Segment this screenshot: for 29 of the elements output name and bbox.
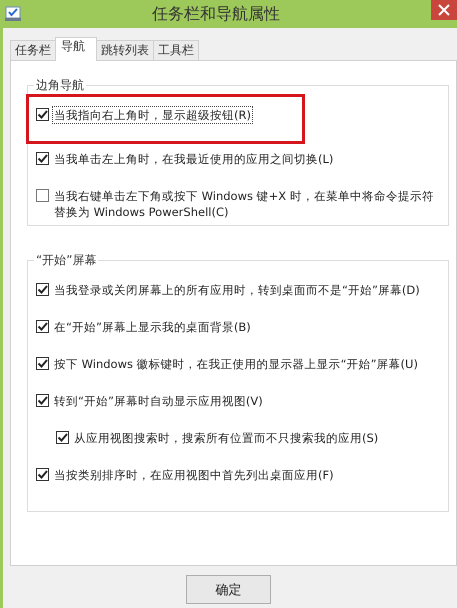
close-icon — [438, 4, 450, 16]
checkbox[interactable] — [36, 394, 49, 407]
checkbox-label[interactable]: 当按类别排序时，在应用视图中首先列出桌面应用(F) — [52, 466, 336, 484]
group-title: 边角导航 — [35, 77, 85, 94]
tab[interactable]: 任务栏 — [10, 40, 56, 60]
checkbox-label[interactable]: 按下 Windows 徽标键时，在我正使用的显示器上显示“开始”屏幕(U) — [52, 355, 420, 373]
checkbox-label[interactable]: 当我登录或关闭屏幕上的所有应用时，转到桌面而不是“开始”屏幕(D) — [52, 281, 422, 299]
checkbox-label[interactable]: 当我单击左上角时，在我最近使用的应用之间切换(L) — [52, 150, 336, 168]
checkbox[interactable] — [36, 152, 49, 165]
checkbox[interactable] — [36, 357, 49, 370]
tab[interactable]: 跳转列表 — [96, 40, 154, 60]
checkbox-label[interactable]: 转到“开始”屏幕时自动显示应用视图(V) — [52, 392, 265, 410]
close-button[interactable] — [431, 0, 457, 20]
checkbox-label[interactable]: 从应用视图搜索时，搜索所有位置而不只搜索我的应用(S) — [72, 429, 380, 447]
checkbox[interactable] — [56, 431, 69, 444]
checkbox-label[interactable]: 当我指向右上角时，显示超级按钮(R) — [52, 106, 253, 124]
tab[interactable]: 导航 — [55, 37, 97, 61]
group-title: “开始”屏幕 — [35, 252, 98, 269]
checkbox[interactable] — [36, 283, 49, 296]
tab[interactable]: 工具栏 — [153, 40, 199, 60]
window-title: 任务栏和导航属性 — [151, 4, 281, 24]
checkbox-label[interactable]: 当我右键单击左下角或按下 Windows 键+X 时，在菜单中将命令提示符替换为 Windows PowerShell(C) — [52, 187, 438, 221]
checkbox-label[interactable]: 在“开始”屏幕上显示我的桌面背景(B) — [52, 318, 253, 336]
checkbox[interactable] — [36, 468, 49, 481]
checkbox[interactable] — [36, 320, 49, 333]
checkbox[interactable] — [36, 108, 49, 121]
app-icon — [5, 6, 21, 22]
checkbox[interactable] — [36, 189, 49, 202]
ok-button[interactable]: 确定 — [186, 575, 271, 604]
